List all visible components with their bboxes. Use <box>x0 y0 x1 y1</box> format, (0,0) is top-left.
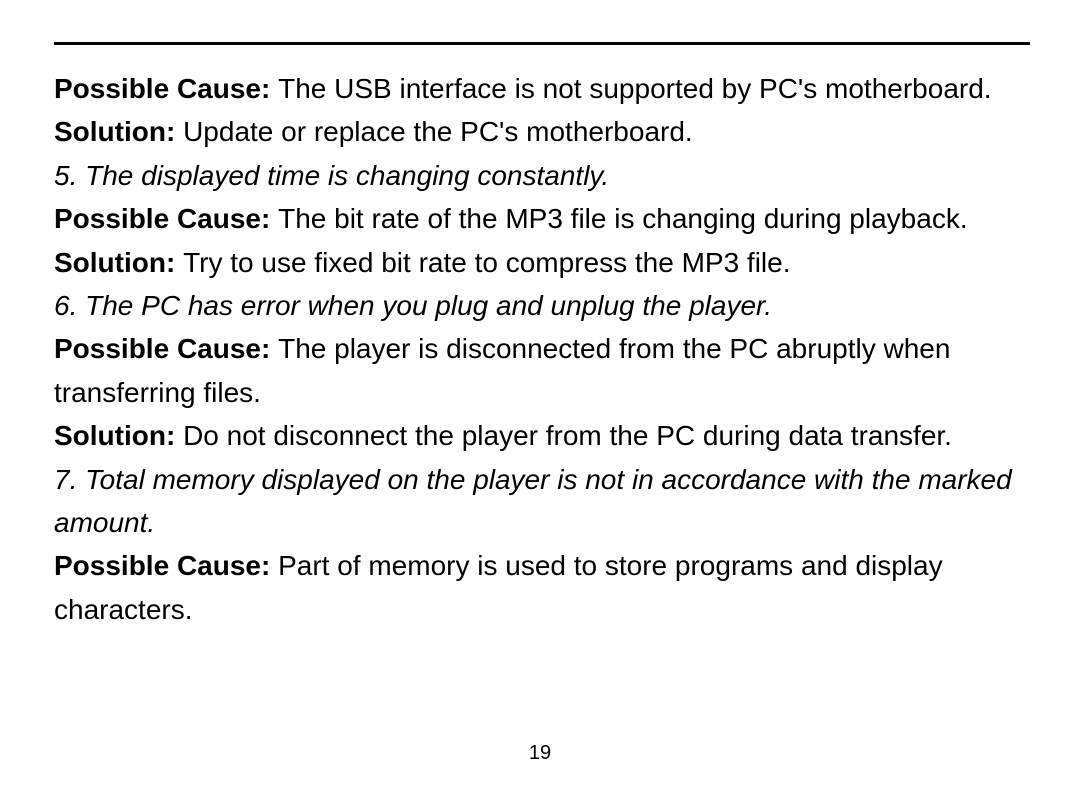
item4-cause-text: The USB interface is not supported by PC… <box>278 73 991 104</box>
item6-cause-line: Possible Cause: The player is disconnect… <box>54 327 1030 414</box>
page-number: 19 <box>529 742 551 765</box>
item4-solution-line: Solution: Update or replace the PC's mot… <box>54 110 1030 153</box>
solution-label: Solution: <box>54 247 183 278</box>
item5-solution-text: Try to use fixed bit rate to compress th… <box>183 247 790 278</box>
item5-solution-line: Solution: Try to use fixed bit rate to c… <box>54 241 1030 284</box>
possible-cause-label: Possible Cause: <box>54 73 278 104</box>
item6-solution-line: Solution: Do not disconnect the player f… <box>54 414 1030 457</box>
possible-cause-label: Possible Cause: <box>54 333 278 364</box>
possible-cause-label: Possible Cause: <box>54 550 278 581</box>
troubleshooting-content: Possible Cause: The USB interface is not… <box>54 67 1030 631</box>
item7-heading: 7. Total memory displayed on the player … <box>54 458 1030 545</box>
item5-cause-line: Possible Cause: The bit rate of the MP3 … <box>54 197 1030 240</box>
top-divider <box>54 42 1030 45</box>
item4-solution-text: Update or replace the PC's motherboard. <box>183 116 693 147</box>
item4-cause-line: Possible Cause: The USB interface is not… <box>54 67 1030 110</box>
item6-heading: 6. The PC has error when you plug and un… <box>54 284 1030 327</box>
possible-cause-label: Possible Cause: <box>54 203 278 234</box>
item7-cause-line: Possible Cause: Part of memory is used t… <box>54 544 1030 631</box>
solution-label: Solution: <box>54 420 183 451</box>
item5-heading: 5. The displayed time is changing consta… <box>54 154 1030 197</box>
solution-label: Solution: <box>54 116 183 147</box>
item6-solution-text: Do not disconnect the player from the PC… <box>183 420 952 451</box>
item5-cause-text: The bit rate of the MP3 file is changing… <box>278 203 968 234</box>
